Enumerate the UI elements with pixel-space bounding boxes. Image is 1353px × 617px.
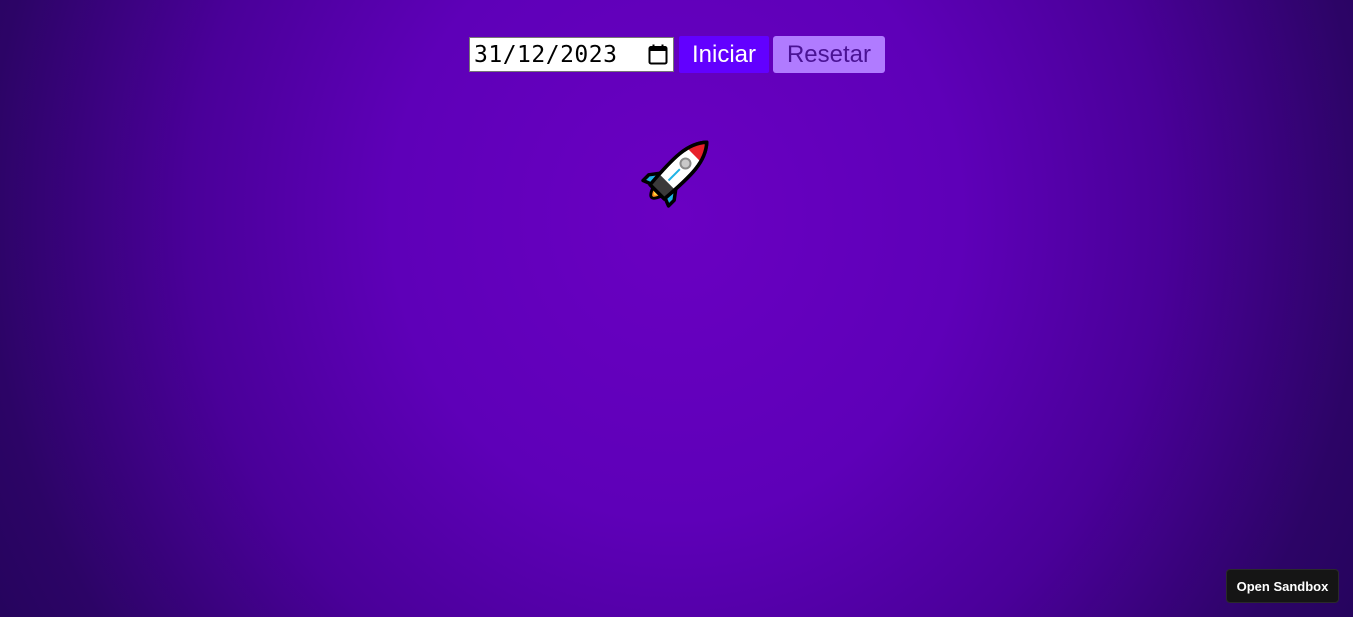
calendar-icon[interactable] <box>647 44 669 66</box>
countdown-controls: 31/12/2023 Iniciar Resetar <box>469 36 885 73</box>
rocket-icon <box>636 131 718 213</box>
open-sandbox-button[interactable]: Open Sandbox <box>1226 569 1339 603</box>
date-input-value[interactable]: 31/12/2023 <box>474 42 617 68</box>
reset-button[interactable]: Resetar <box>773 36 885 73</box>
start-button[interactable]: Iniciar <box>679 36 769 73</box>
date-input[interactable]: 31/12/2023 <box>469 37 674 72</box>
